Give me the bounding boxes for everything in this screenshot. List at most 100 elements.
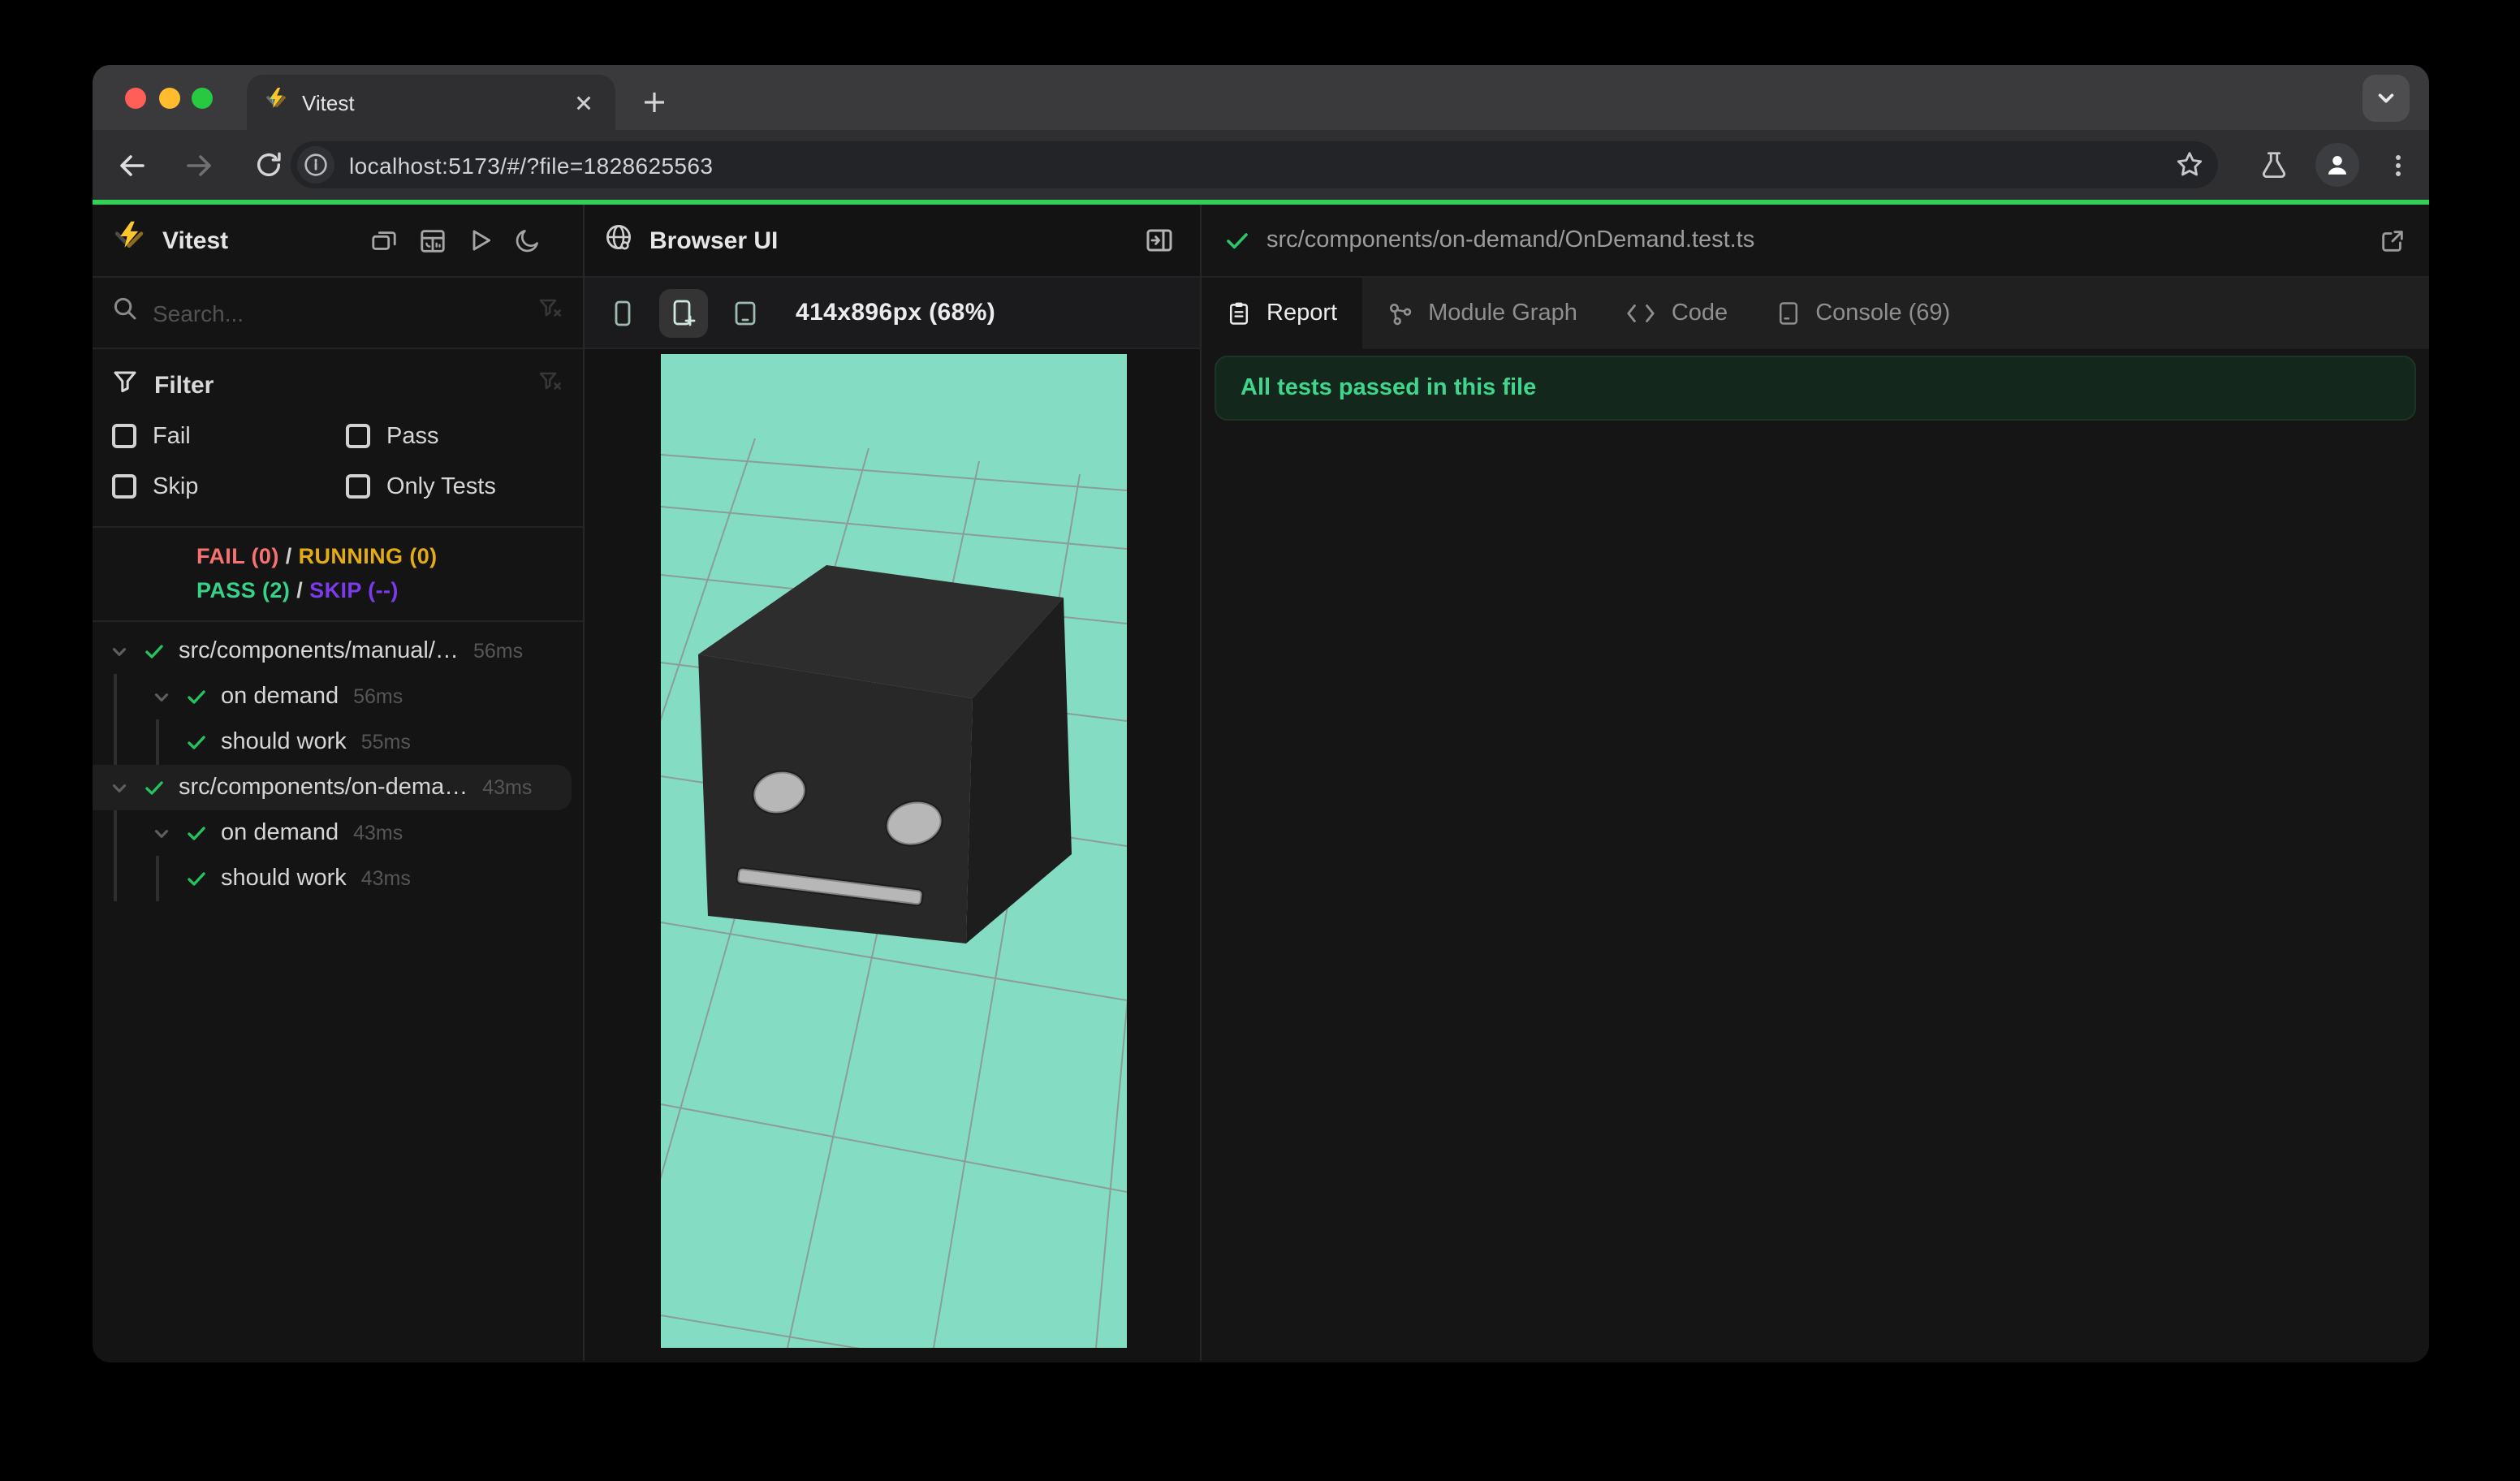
- browser-menu-dots-icon[interactable]: [2385, 152, 2411, 178]
- close-window-button[interactable]: [125, 87, 146, 108]
- profile-avatar[interactable]: [2315, 143, 2359, 187]
- tree-row-suite[interactable]: on demand 43ms: [93, 810, 572, 856]
- checkbox-icon[interactable]: [346, 424, 370, 448]
- reload-button[interactable]: [245, 142, 291, 188]
- browser-tab[interactable]: Vitest: [247, 75, 615, 130]
- device-viewport[interactable]: [661, 354, 1127, 1348]
- url-text: localhost:5173/#/?file=1828625563: [349, 152, 714, 178]
- vitest-favicon-icon: [263, 85, 289, 119]
- tree-item-label: on demand: [221, 820, 339, 846]
- close-tab-icon[interactable]: [567, 86, 599, 119]
- tree-item-label: should work: [221, 866, 347, 892]
- tablet-icon[interactable]: [721, 288, 770, 337]
- console-icon: [1776, 300, 1801, 326]
- tab-title: Vitest: [302, 90, 355, 114]
- device-toolbar: 414x896px (68%): [585, 278, 1200, 349]
- tab-report[interactable]: Report: [1202, 278, 1362, 349]
- test-results-panel: src/components/on-demand/OnDemand.test.t…: [1202, 205, 2429, 1361]
- tab-console-69[interactable]: Console (69): [1752, 278, 1974, 349]
- bookmark-star-icon[interactable]: [2174, 149, 2205, 180]
- tree-row-test[interactable]: should work 55ms: [93, 719, 572, 765]
- chevron-down-icon[interactable]: [106, 777, 132, 798]
- panel-toggle-icon[interactable]: [1145, 226, 1180, 255]
- filter-checkbox-fail[interactable]: Fail: [112, 412, 346, 460]
- chevron-down-icon[interactable]: [106, 641, 132, 662]
- filter-checkbox-only-tests[interactable]: Only Tests: [346, 463, 563, 510]
- running-count: RUNNING (0): [298, 544, 438, 568]
- code-icon: [1626, 302, 1657, 325]
- minimize-window-button[interactable]: [158, 87, 179, 108]
- titlebar: Vitest: [93, 65, 2429, 130]
- clear-search-filter-icon[interactable]: [537, 296, 563, 330]
- tab-label: Console (69): [1815, 300, 1951, 326]
- chevron-down-icon[interactable]: [148, 686, 174, 707]
- tab-label: Report: [1266, 300, 1338, 326]
- tree-row-test[interactable]: should work 43ms: [93, 856, 572, 901]
- clipboard-icon: [1226, 300, 1252, 326]
- clear-filters-icon[interactable]: [537, 368, 563, 402]
- browser-window: Vitest localhost:5173/#/?file=1828625563…: [93, 65, 2429, 1362]
- back-button[interactable]: [109, 142, 154, 188]
- search-icon: [112, 296, 138, 330]
- new-tab-button[interactable]: [632, 80, 677, 125]
- url-bar[interactable]: localhost:5173/#/?file=1828625563: [291, 141, 2218, 188]
- app-title: Vitest: [162, 227, 229, 254]
- filter-checkbox-label: Only Tests: [386, 473, 496, 499]
- tab-module-graph[interactable]: Module Graph: [1361, 278, 1602, 349]
- site-info-icon[interactable]: [297, 146, 334, 184]
- filter-checkbox-label: Fail: [153, 423, 191, 449]
- dashboard-icon[interactable]: [419, 227, 447, 254]
- maximize-window-button[interactable]: [192, 87, 213, 108]
- tree-item-label: on demand: [221, 684, 339, 710]
- phone-plus-icon[interactable]: [659, 288, 708, 337]
- dark-mode-moon-icon[interactable]: [515, 227, 541, 253]
- chevron-down-icon[interactable]: [148, 823, 174, 844]
- forward-button[interactable]: [177, 142, 222, 188]
- tab-label: Code: [1671, 300, 1728, 326]
- phone-icon[interactable]: [598, 288, 646, 337]
- results-tabbar: Report Module Graph Code Console (69): [1202, 278, 2429, 349]
- run-status-summary: FAIL (0) / RUNNING (0) PASS (2) / SKIP (--): [93, 528, 583, 622]
- filter-funnel-icon: [112, 368, 138, 402]
- tab-code[interactable]: Code: [1602, 278, 1752, 349]
- pass-check-icon: [183, 867, 209, 890]
- pass-check-icon: [183, 685, 209, 708]
- browser-toolbar: localhost:5173/#/?file=1828625563: [93, 130, 2429, 200]
- filter-checkbox-skip[interactable]: Skip: [112, 463, 346, 510]
- filter-checkbox-label: Skip: [153, 473, 199, 499]
- filter-checkbox-pass[interactable]: Pass: [346, 412, 563, 460]
- all-passed-banner: All tests passed in this file: [1215, 356, 2416, 421]
- indent-guide: [156, 856, 158, 901]
- tree-item-duration: 43ms: [482, 776, 533, 799]
- skip-count: SKIP (--): [309, 578, 399, 602]
- run-all-play-icon[interactable]: [468, 227, 494, 253]
- tree-item-duration: 43ms: [360, 867, 411, 890]
- tree-row-suite[interactable]: on demand 56ms: [93, 674, 572, 719]
- test-file-path: src/components/on-demand/OnDemand.test.t…: [1266, 227, 1755, 253]
- preview-title: Browser UI: [649, 227, 779, 254]
- tree-row-file[interactable]: src/components/manual/… 56ms: [93, 628, 572, 674]
- file-pass-check-icon: [1224, 227, 1250, 253]
- test-explorer-sidebar: Vitest Search... Filter Fail Pass Skip O…: [93, 205, 585, 1361]
- search-input[interactable]: [153, 300, 523, 326]
- tree-item-label: src/components/on-dema…: [179, 775, 468, 801]
- filter-section: Filter Fail Pass Skip Only Tests: [93, 349, 583, 528]
- fail-count: FAIL (0): [196, 544, 279, 568]
- pass-check-icon: [141, 640, 167, 663]
- test-tree: src/components/manual/… 56ms on demand 56ms…: [93, 622, 583, 1361]
- checkbox-icon[interactable]: [112, 424, 136, 448]
- robot-cube: [698, 565, 1072, 943]
- indent-guide: [156, 719, 158, 765]
- indent-guide: [114, 719, 116, 765]
- open-external-icon[interactable]: [2362, 227, 2406, 254]
- collapse-panels-icon[interactable]: [370, 227, 398, 254]
- filter-title: Filter: [154, 371, 214, 399]
- window-controls: [125, 87, 213, 108]
- tree-row-file[interactable]: src/components/on-dema… 43ms: [93, 765, 572, 810]
- experiments-flask-icon[interactable]: [2259, 149, 2289, 180]
- pass-check-icon: [183, 731, 209, 753]
- graph-icon: [1386, 300, 1413, 327]
- checkbox-icon[interactable]: [346, 474, 370, 499]
- tab-search-chevron-button[interactable]: [2362, 75, 2410, 122]
- checkbox-icon[interactable]: [112, 474, 136, 499]
